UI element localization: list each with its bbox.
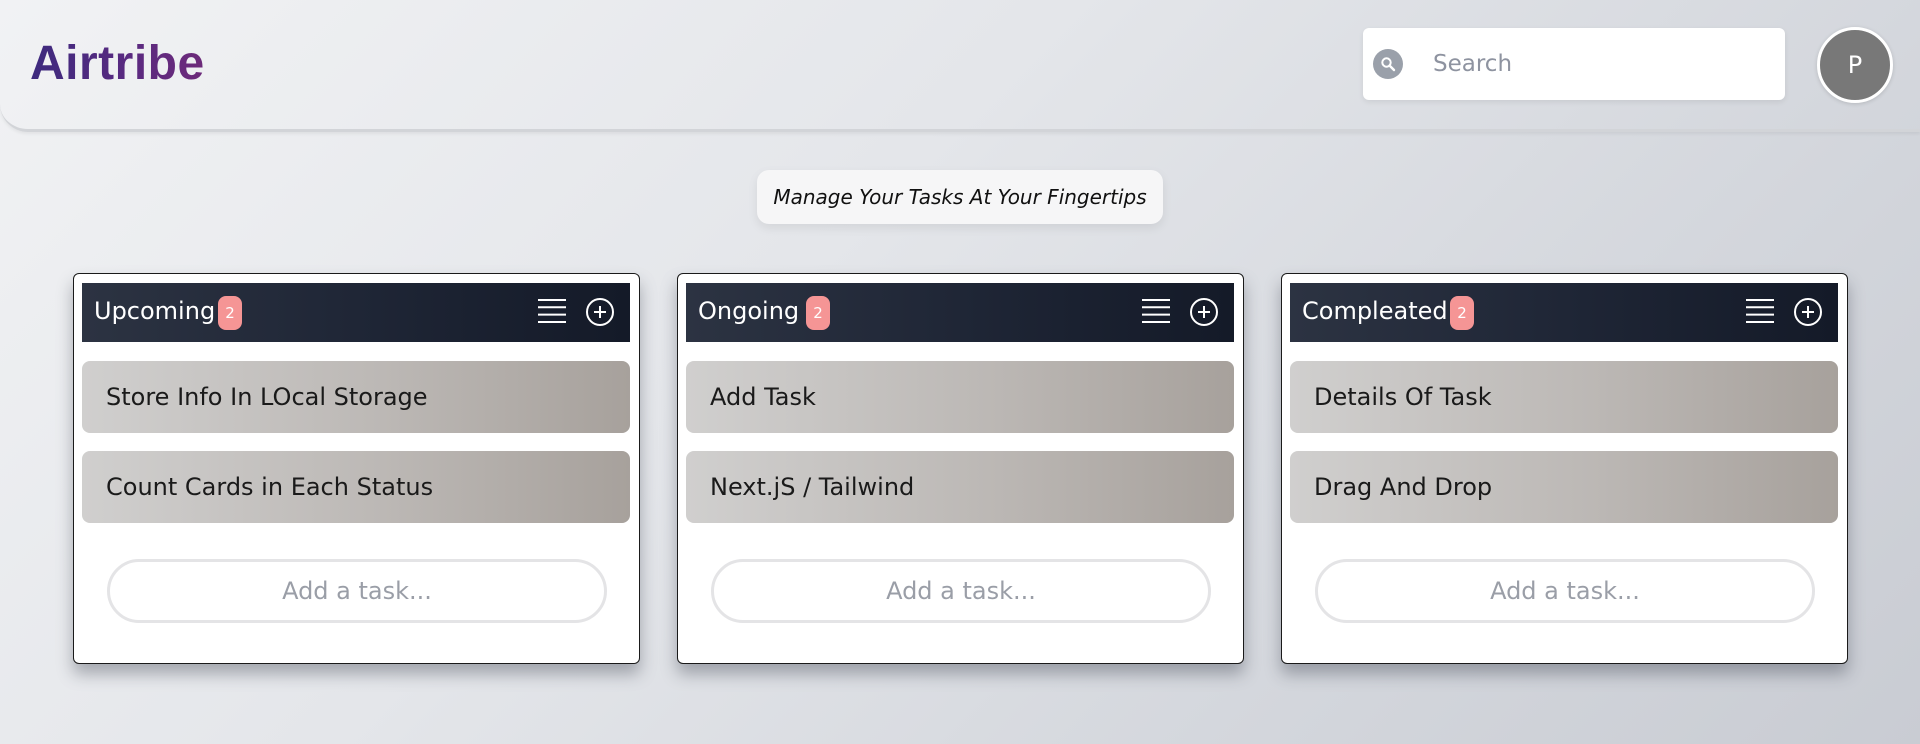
search-box[interactable] [1363,28,1785,100]
add-task-input[interactable]: Add a task... [711,559,1211,623]
column-header: Ongoing 2 [686,283,1234,342]
search-input[interactable] [1433,42,1763,86]
column-header: Upcoming 2 [82,283,630,342]
column-upcoming: Upcoming 2 Store Info In LOcal Storage C… [73,273,640,664]
column-ongoing: Ongoing 2 Add Task Next.jS / Tailwind Ad… [677,273,1244,664]
add-task-input[interactable]: Add a task... [1315,559,1815,623]
column-title: Upcoming [94,297,216,325]
column-completed: Compleated 2 Details Of Task Drag And Dr… [1281,273,1848,664]
column-title: Compleated [1302,297,1448,325]
task-card[interactable]: Add Task [686,361,1234,433]
page-tagline: Manage Your Tasks At Your Fingertips [757,170,1163,224]
task-card[interactable]: Store Info In LOcal Storage [82,361,630,433]
column-header: Compleated 2 [1290,283,1838,342]
user-avatar[interactable]: P [1817,27,1893,103]
task-card[interactable]: Drag And Drop [1290,451,1838,523]
task-card[interactable]: Details Of Task [1290,361,1838,433]
task-card[interactable]: Next.jS / Tailwind [686,451,1234,523]
list-icon[interactable] [1746,298,1774,324]
search-icon[interactable] [1373,49,1403,79]
app-header: Airtribe P [0,0,1920,132]
list-icon[interactable] [1142,298,1170,324]
plus-circle-icon[interactable] [1189,297,1219,327]
column-title: Ongoing [698,297,800,325]
count-badge: 2 [1450,296,1474,330]
add-task-input[interactable]: Add a task... [107,559,607,623]
plus-circle-icon[interactable] [1793,297,1823,327]
count-badge: 2 [806,296,830,330]
app-logo[interactable]: Airtribe [30,36,205,91]
count-badge: 2 [218,296,242,330]
list-icon[interactable] [538,298,566,324]
plus-circle-icon[interactable] [585,297,615,327]
task-card[interactable]: Count Cards in Each Status [82,451,630,523]
